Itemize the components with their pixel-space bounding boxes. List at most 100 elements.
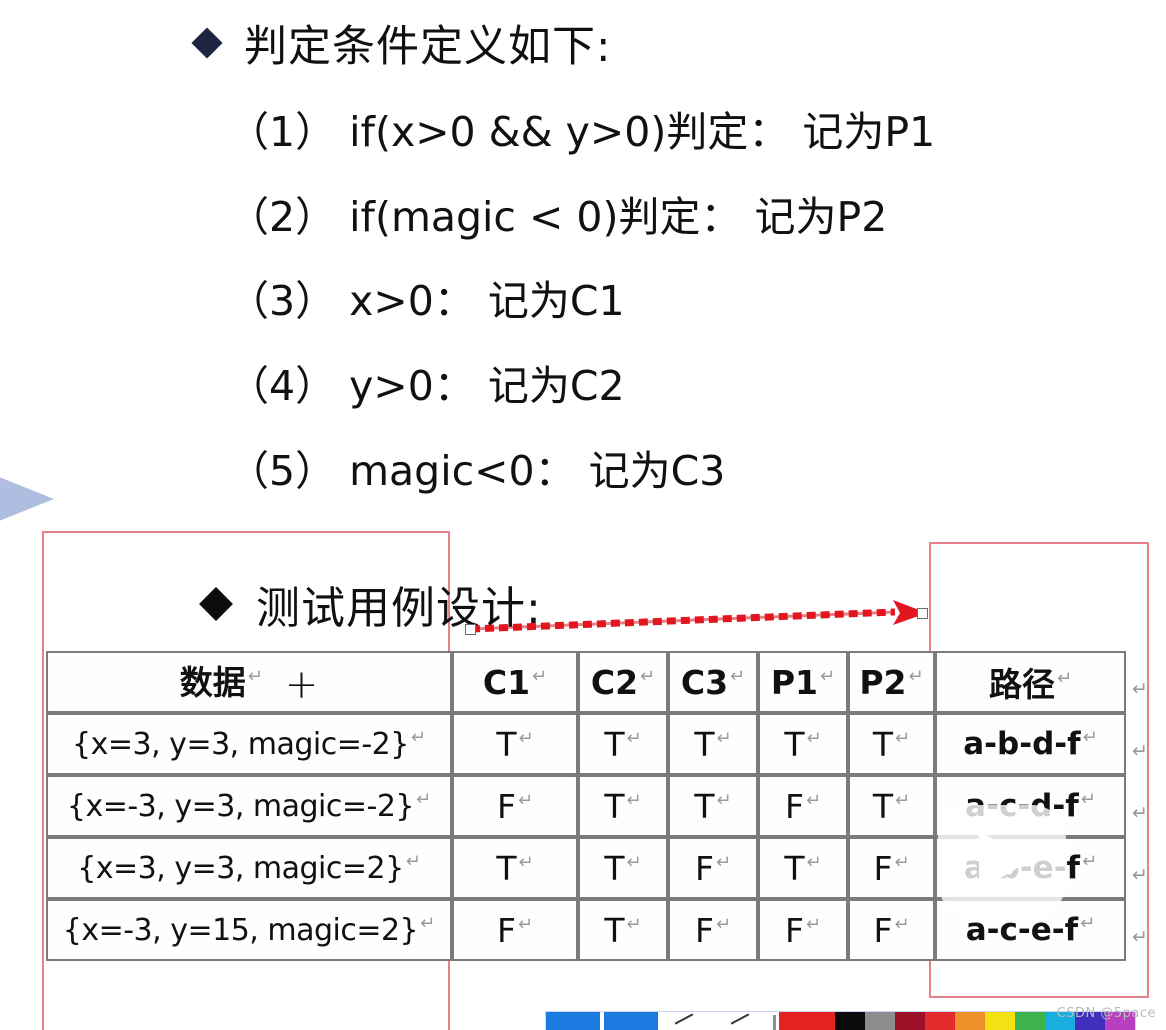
header-cell-c3: C3 ↵ (668, 651, 758, 713)
row-end-pilcrow-icon: ↵ (1132, 678, 1148, 700)
cell-p2: T ↵ (848, 713, 935, 775)
pen-tool-2[interactable] (714, 1012, 770, 1030)
cell-text: T (872, 786, 894, 826)
pilcrow-icon: ↵ (716, 727, 732, 749)
pilcrow-icon: ↵ (420, 912, 436, 934)
color-swatch[interactable] (865, 1012, 895, 1030)
pilcrow-icon: ↵ (805, 913, 822, 935)
arrow-start-handle[interactable] (465, 624, 476, 635)
pilcrow-icon: ↵ (626, 727, 642, 749)
cell-text: T (784, 724, 805, 764)
cell-text: F (784, 910, 804, 950)
pilcrow-icon: ↵ (532, 665, 548, 687)
cell-text: T (604, 786, 625, 826)
heading-1-text: 判定条件定义如下: (244, 22, 612, 72)
cell-data: {x=3, y=3, magic=2} ↵ (46, 837, 452, 899)
header-cell-p1: P1 ↵ (758, 651, 848, 713)
pilcrow-icon: ↵ (517, 789, 534, 811)
header-label-p2: P2 (859, 662, 907, 702)
list-item-3: （3） x>0： 记为C1 (228, 277, 625, 325)
header-label-c2: C2 (590, 662, 639, 702)
cell-text: {x=-3, y=15, magic=2} (62, 912, 419, 948)
cell-c2: T ↵ (578, 713, 668, 775)
red-dashed-arrow[interactable] (455, 600, 935, 646)
pilcrow-icon: ↵ (894, 851, 910, 873)
header-label-p1: P1 (770, 662, 819, 702)
plus-cursor-icon: + (284, 662, 319, 708)
pilcrow-icon: ↵ (895, 727, 911, 749)
cell-text: T (604, 724, 625, 764)
pilcrow-icon: ↵ (715, 913, 732, 935)
cell-text: F (784, 786, 804, 826)
pilcrow-icon: ↵ (640, 665, 656, 687)
cell-c3: F ↵ (668, 899, 758, 961)
header-cell-data: 数据 ↵ + (46, 651, 452, 713)
cell-p1: F ↵ (758, 899, 848, 961)
cell-text: T (496, 724, 517, 764)
pilcrow-icon: ↵ (715, 851, 732, 873)
list-item-4: （4） y>0： 记为C2 (228, 362, 625, 410)
pilcrow-icon: ↵ (626, 913, 642, 935)
color-swatch[interactable] (925, 1012, 955, 1030)
color-swatch[interactable] (895, 1012, 925, 1030)
header-label-path: 路径 (988, 665, 1055, 704)
cell-text: F (873, 910, 893, 950)
cell-c1: F ↵ (452, 775, 578, 837)
pilcrow-icon: ↵ (416, 788, 432, 810)
pilcrow-icon: ↵ (247, 666, 263, 687)
pilcrow-icon: ↵ (806, 851, 822, 873)
color-swatch[interactable] (1015, 1012, 1045, 1030)
table-row: {x=3, y=3, magic=-2} ↵ T ↵ T ↵ T ↵ T ↵ T ↵ a-b… (46, 713, 1126, 775)
pilcrow-icon: ↵ (518, 727, 534, 749)
toolbar-button-1[interactable] (546, 1012, 600, 1030)
pilcrow-icon: ↵ (730, 665, 746, 687)
color-swatch[interactable] (985, 1012, 1015, 1030)
pilcrow-icon: ↵ (895, 789, 911, 811)
cell-text: F (496, 910, 516, 950)
toolbar-button-2[interactable] (604, 1012, 658, 1030)
toolbar-divider (773, 1015, 776, 1030)
color-swatch[interactable] (955, 1012, 985, 1030)
header-cell-c2: C2 ↵ (578, 651, 668, 713)
cell-text: T (604, 910, 625, 950)
pilcrow-icon: ↵ (410, 726, 426, 748)
pilcrow-icon: ↵ (518, 851, 534, 873)
cell-c2: T ↵ (578, 837, 668, 899)
cell-data: {x=-3, y=15, magic=2} ↵ (46, 899, 452, 961)
annotation-toolbar[interactable] (545, 1011, 1136, 1030)
cell-c2: T ↵ (578, 775, 668, 837)
cell-text: T (604, 848, 625, 888)
pilcrow-icon: ↵ (716, 789, 732, 811)
header-cell-c1: C1 ↵ (452, 651, 578, 713)
row-end-pilcrow-icon: ↵ (1132, 864, 1148, 886)
list-item-5: （5） magic<0： 记为C3 (228, 447, 726, 495)
blue-triangle-decoration (0, 459, 54, 539)
table-header-row: 数据 ↵ + C1 ↵ C2 ↵ C3 ↵ P1 ↵ P2 ↵ 路径 ↵ (46, 651, 1126, 713)
cell-p1: F ↵ (758, 775, 848, 837)
play-button[interactable] (938, 805, 1066, 917)
pilcrow-icon: ↵ (820, 665, 836, 687)
color-swatch[interactable] (835, 1012, 865, 1030)
row-end-pilcrow-icon: ↵ (1132, 740, 1148, 762)
cell-c1: T ↵ (452, 837, 578, 899)
pilcrow-icon: ↵ (626, 851, 642, 873)
cell-data: {x=-3, y=3, magic=-2} ↵ (46, 775, 452, 837)
header-cell-path: 路径 ↵ (935, 651, 1126, 713)
row-end-pilcrow-icon: ↵ (1132, 926, 1148, 948)
pen-tool-1[interactable] (658, 1012, 714, 1030)
pilcrow-icon: ↵ (908, 665, 924, 687)
color-swatch[interactable] (779, 1012, 835, 1030)
pilcrow-icon: ↵ (894, 913, 910, 935)
cell-text: T (872, 724, 894, 764)
cell-text: T (496, 848, 517, 888)
cell-p1: T ↵ (758, 837, 848, 899)
cell-p1: T ↵ (758, 713, 848, 775)
pilcrow-icon: ↵ (1080, 788, 1096, 810)
cell-text: {x=3, y=3, magic=-2} (72, 726, 409, 762)
cell-c1: T ↵ (452, 713, 578, 775)
cell-c3: F ↵ (668, 837, 758, 899)
arrow-end-handle[interactable] (917, 608, 928, 619)
pen-icon (674, 1013, 694, 1025)
cell-text: T (784, 848, 805, 888)
row-end-pilcrow-icon: ↵ (1132, 802, 1148, 824)
